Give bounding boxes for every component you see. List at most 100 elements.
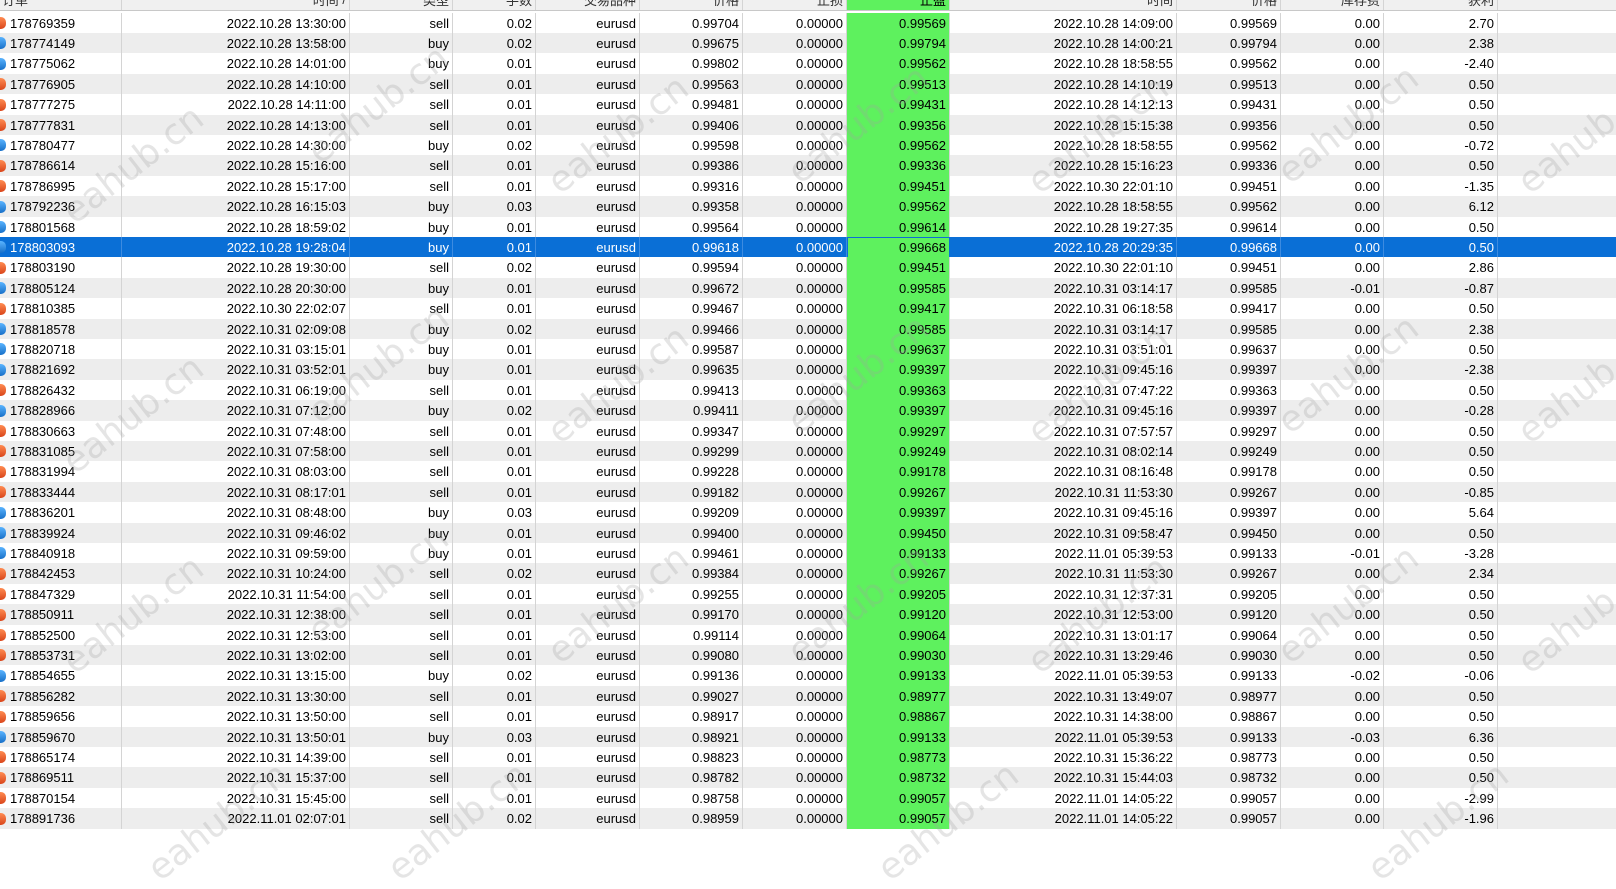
table-row[interactable]: 178865174 2022.10.31 14:39:00 sell 0.01 euru… [0, 746, 1616, 768]
cell-close-price: 0.99585 [1177, 277, 1281, 299]
cell-open-price: 0.99411 [640, 400, 743, 422]
buy-order-icon [0, 547, 6, 560]
column-header-symbol[interactable]: 交易品种 [536, 0, 640, 10]
sell-order-icon [0, 78, 6, 91]
sell-order-icon [0, 261, 6, 274]
table-row[interactable]: 178821692 2022.10.31 03:52:01 buy 0.01 eurus… [0, 359, 1616, 381]
cell-profit: 0.50 [1384, 298, 1498, 320]
table-row[interactable]: 178850911 2022.10.31 12:38:00 sell 0.01 euru… [0, 604, 1616, 626]
cell-profit: -1.35 [1384, 175, 1498, 197]
cell-lots: 0.01 [453, 767, 536, 789]
table-row[interactable]: 178780477 2022.10.28 14:30:00 buy 0.02 eurus… [0, 134, 1616, 156]
table-row[interactable]: 178820718 2022.10.31 03:15:01 buy 0.01 eurus… [0, 338, 1616, 360]
table-row[interactable]: 178830663 2022.10.31 07:48:00 sell 0.01 euru… [0, 420, 1616, 442]
cell-filler [1498, 686, 1616, 707]
cell-close-price: 0.99614 [1177, 216, 1281, 238]
column-header-open-time[interactable]: 时间 / [122, 0, 350, 10]
cell-take-profit: 0.99562 [847, 134, 950, 156]
table-row[interactable]: 178805124 2022.10.28 20:30:00 buy 0.01 eurus… [0, 277, 1616, 299]
table-row[interactable]: 178792236 2022.10.28 16:15:03 buy 0.03 eurus… [0, 196, 1616, 218]
table-row[interactable]: 178774149 2022.10.28 13:58:00 buy 0.02 eurus… [0, 32, 1616, 54]
cell-close-time: 2022.10.28 14:10:19 [950, 73, 1177, 95]
cell-stop-loss: 0.00000 [743, 298, 847, 320]
table-row[interactable]: 178853731 2022.10.31 13:02:00 sell 0.01 euru… [0, 644, 1616, 666]
cell-swap: 0.00 [1281, 73, 1384, 95]
table-row[interactable]: 178777275 2022.10.28 14:11:00 sell 0.01 euru… [0, 94, 1616, 116]
column-header-close-price[interactable]: 价格 [1177, 0, 1281, 10]
table-row[interactable]: 178854655 2022.10.31 13:15:00 buy 0.02 eurus… [0, 665, 1616, 687]
table-row[interactable]: 178831994 2022.10.31 08:03:00 sell 0.01 euru… [0, 461, 1616, 483]
cell-take-profit: 0.99267 [847, 563, 950, 585]
cell-open-time: 2022.10.30 22:02:07 [122, 298, 350, 320]
cell-open-time: 2022.10.31 13:50:01 [122, 726, 350, 748]
table-row[interactable]: 178775062 2022.10.28 14:01:00 buy 0.01 eurus… [0, 53, 1616, 75]
column-header-open-price[interactable]: 价格 [640, 0, 743, 10]
column-header-take-profit[interactable]: 止盈 [847, 0, 950, 10]
table-row[interactable]: 178859656 2022.10.31 13:50:00 sell 0.01 euru… [0, 706, 1616, 728]
table-row[interactable]: 178836201 2022.10.31 08:48:00 buy 0.03 eurus… [0, 502, 1616, 524]
cell-profit: 0.50 [1384, 216, 1498, 238]
cell-open-price: 0.99618 [640, 236, 743, 258]
cell-close-time: 2022.10.31 08:02:14 [950, 440, 1177, 462]
cell-open-time: 2022.10.31 12:38:00 [122, 604, 350, 626]
cell-take-profit: 0.99120 [847, 604, 950, 626]
table-row[interactable]: 178818578 2022.10.31 02:09:08 buy 0.02 eurus… [0, 318, 1616, 340]
table-row[interactable]: 178833444 2022.10.31 08:17:01 sell 0.01 euru… [0, 481, 1616, 503]
table-row[interactable]: 178869511 2022.10.31 15:37:00 sell 0.01 euru… [0, 767, 1616, 789]
column-header-profit[interactable]: 获利 [1384, 0, 1498, 10]
cell-filler [1498, 257, 1616, 278]
cell-open-time: 2022.10.31 08:48:00 [122, 502, 350, 524]
cell-type: buy [350, 400, 453, 422]
column-header-type[interactable]: 类型 [350, 0, 453, 10]
table-row[interactable]: 178786995 2022.10.28 15:17:00 sell 0.01 euru… [0, 175, 1616, 197]
table-row[interactable]: 178801568 2022.10.28 18:59:02 buy 0.01 eurus… [0, 216, 1616, 238]
table-row[interactable]: 178859670 2022.10.31 13:50:01 buy 0.03 eurus… [0, 726, 1616, 748]
cell-open-time: 2022.10.31 02:09:08 [122, 318, 350, 340]
cell-swap: 0.00 [1281, 685, 1384, 707]
cell-type: sell [350, 644, 453, 666]
order-number: 178891736 [10, 811, 76, 827]
cell-order: 178810385 [0, 298, 122, 320]
table-row[interactable]: 178891736 2022.11.01 02:07:01 sell 0.02 euru… [0, 808, 1616, 830]
table-row[interactable]: 178828966 2022.10.31 07:12:00 buy 0.02 eurus… [0, 400, 1616, 422]
table-row[interactable]: 178842453 2022.10.31 10:24:00 sell 0.02 euru… [0, 563, 1616, 585]
cell-take-profit: 0.99363 [847, 379, 950, 401]
cell-filler [1498, 13, 1616, 34]
cell-order: 178859656 [0, 706, 122, 728]
table-row[interactable]: 178839924 2022.10.31 09:46:02 buy 0.01 eurus… [0, 522, 1616, 544]
cell-close-price: 0.99431 [1177, 94, 1281, 116]
cell-order: 178891736 [0, 808, 122, 830]
order-number: 178777275 [10, 97, 76, 113]
table-row[interactable]: 178803190 2022.10.28 19:30:00 sell 0.02 euru… [0, 257, 1616, 279]
column-header-swap[interactable]: 库存费 [1281, 0, 1384, 10]
column-header-stop-loss[interactable]: 止损 [743, 0, 847, 10]
table-row[interactable]: 178810385 2022.10.30 22:02:07 sell 0.01 euru… [0, 298, 1616, 320]
cell-profit: -2.38 [1384, 359, 1498, 381]
cell-swap: 0.00 [1281, 522, 1384, 544]
table-row[interactable]: 178803093 2022.10.28 19:28:04 buy 0.01 eurus… [0, 236, 1616, 258]
cell-filler [1498, 278, 1616, 299]
table-row[interactable]: 178840918 2022.10.31 09:59:00 buy 0.01 eurus… [0, 542, 1616, 564]
sell-order-icon [0, 159, 6, 172]
table-row[interactable]: 178831085 2022.10.31 07:58:00 sell 0.01 euru… [0, 440, 1616, 462]
table-row[interactable]: 178856282 2022.10.31 13:30:00 sell 0.01 euru… [0, 685, 1616, 707]
cell-swap: 0.00 [1281, 338, 1384, 360]
column-header-close-time[interactable]: 时间 [950, 0, 1177, 10]
cell-lots: 0.01 [453, 522, 536, 544]
cell-type: sell [350, 73, 453, 95]
table-row[interactable]: 178777831 2022.10.28 14:13:00 sell 0.01 euru… [0, 114, 1616, 136]
cell-symbol: eurusd [536, 298, 640, 320]
cell-close-price: 0.99451 [1177, 175, 1281, 197]
column-header-lots[interactable]: 手数 [453, 0, 536, 10]
table-row[interactable]: 178786614 2022.10.28 15:16:00 sell 0.01 euru… [0, 155, 1616, 177]
cell-type: buy [350, 196, 453, 218]
table-row[interactable]: 178826432 2022.10.31 06:19:00 sell 0.01 euru… [0, 379, 1616, 401]
table-row[interactable]: 178852500 2022.10.31 12:53:00 sell 0.01 euru… [0, 624, 1616, 646]
table-row[interactable]: 178769359 2022.10.28 13:30:00 sell 0.02 euru… [0, 12, 1616, 34]
cell-open-time: 2022.11.01 02:07:01 [122, 808, 350, 830]
table-row[interactable]: 178870154 2022.10.31 15:45:00 sell 0.01 euru… [0, 787, 1616, 809]
table-row[interactable]: 178847329 2022.10.31 11:54:00 sell 0.01 euru… [0, 583, 1616, 605]
column-header-order[interactable]: 订单 [0, 0, 122, 10]
table-row[interactable]: 178776905 2022.10.28 14:10:00 sell 0.01 euru… [0, 73, 1616, 95]
cell-take-profit: 0.99205 [847, 583, 950, 605]
